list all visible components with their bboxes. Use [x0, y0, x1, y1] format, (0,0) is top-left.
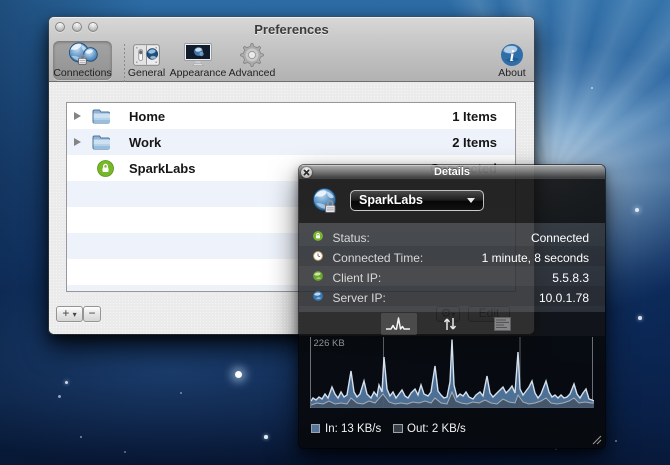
svg-text:i: i — [510, 48, 515, 65]
